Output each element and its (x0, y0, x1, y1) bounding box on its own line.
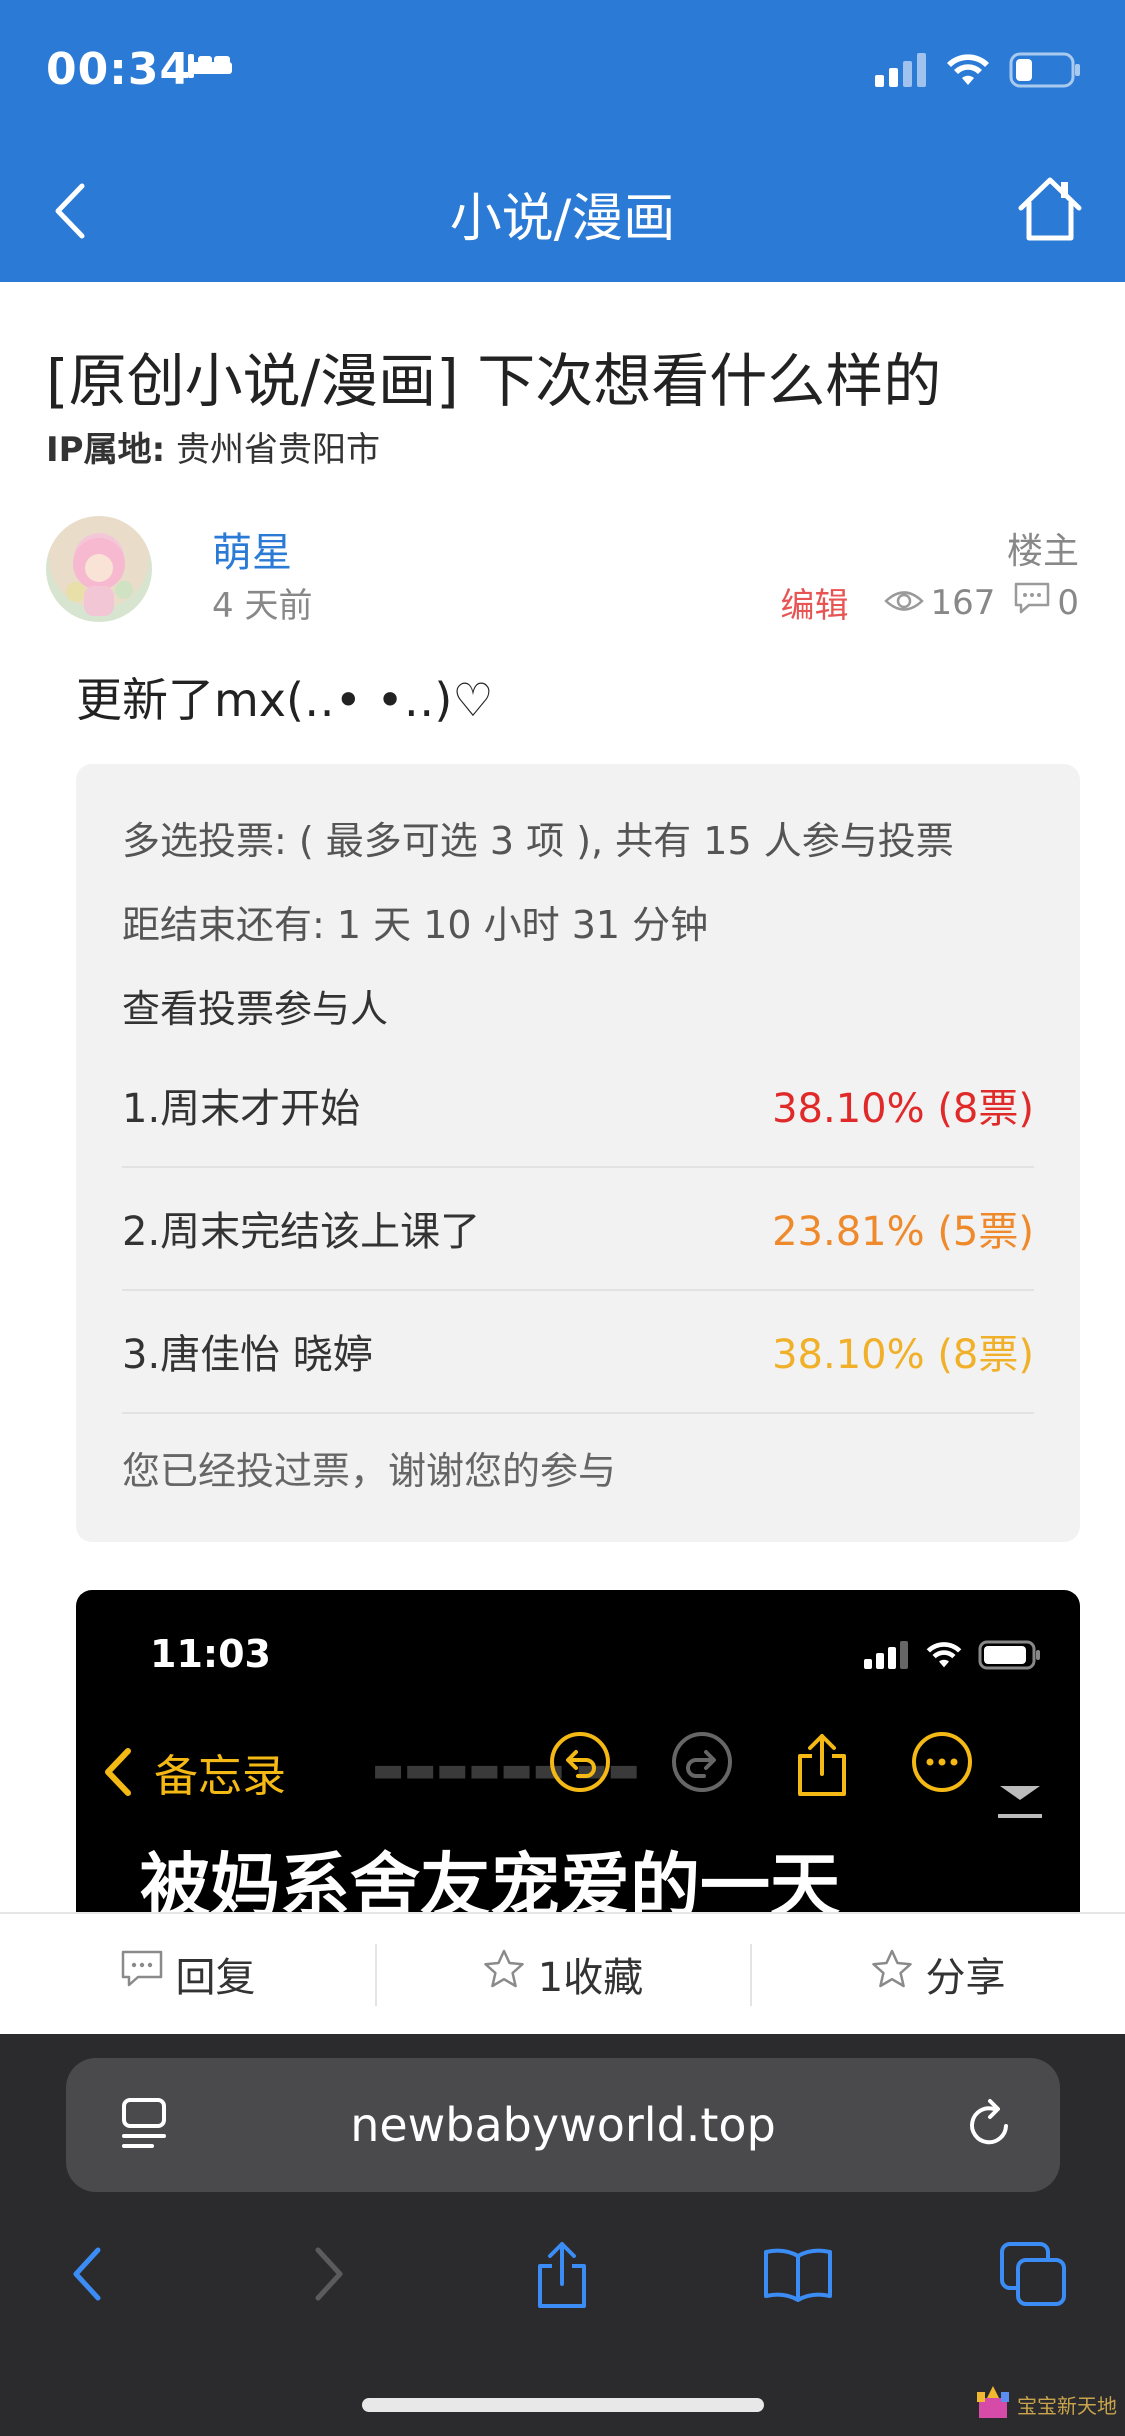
bookmarks-icon[interactable] (758, 2234, 838, 2314)
post-time: 4 天前 (212, 586, 313, 626)
undo-icon (548, 1730, 612, 1802)
poll-option: 1.周末才开始 38.10% (8票) (122, 1044, 1034, 1166)
home-icon[interactable] (1013, 172, 1087, 246)
wifi-icon (924, 1641, 964, 1673)
watermark: 宝宝新天地 (973, 2384, 1117, 2425)
poll-voted-note: 您已经投过票，谢谢您的参与 (122, 1449, 617, 1493)
image-back-nav: 备忘录 (98, 1740, 286, 1804)
view-voters-link[interactable]: 查看投票参与人 (122, 978, 388, 1033)
image-back-label: 备忘录 (154, 1751, 286, 1802)
avatar[interactable] (46, 516, 152, 622)
ip-location: 贵州省贵阳市 (175, 430, 380, 470)
poll-option-result: 23.81% (5票) (772, 1209, 1034, 1255)
tabs-icon[interactable] (994, 2234, 1074, 2314)
redo-icon (670, 1730, 734, 1802)
views-stat: 167 (884, 583, 995, 623)
comment-icon (1013, 581, 1051, 624)
favorite-label: 1收藏 (537, 1955, 644, 2001)
battery-icon (1009, 52, 1081, 92)
author-name[interactable]: 萌星 (212, 520, 292, 578)
status-bar: 00:34 (0, 0, 1125, 140)
star-icon (870, 1948, 914, 2000)
home-indicator (362, 2398, 764, 2412)
castle-icon (973, 2384, 1013, 2425)
edit-button[interactable]: 编辑 (780, 578, 848, 627)
image-status-icons (864, 1640, 1042, 1674)
page-title: 小说/漫画 (449, 189, 676, 249)
star-icon (482, 1948, 526, 2000)
collapse-icon (994, 1780, 1046, 1828)
poll-option-label: 1.周末才开始 (122, 1086, 361, 1132)
poll-option-result: 38.10% (8票) (772, 1086, 1034, 1132)
poll-option: 3.唐佳怡 晓婷 38.10% (8票) (122, 1290, 1034, 1412)
ip-location-line: IP属地: 贵州省贵阳市 (46, 422, 380, 471)
status-time: 00:34 (46, 44, 192, 95)
share-button[interactable]: 分享 (750, 1914, 1125, 2034)
post-body-text: 更新了mx(․․• •․․)♡ (76, 673, 494, 727)
divider (122, 1412, 1034, 1414)
author-role-badge: 楼主 (1006, 531, 1079, 572)
post-title: [原创小说/漫画] 下次想看什么样的 (46, 347, 942, 415)
browser-forward-icon[interactable] (288, 2234, 368, 2314)
browser-toolbar: newbabyworld.top 宝宝新天地 (0, 2034, 1125, 2436)
eye-icon (884, 583, 925, 623)
reply-label: 回复 (175, 1955, 256, 2001)
comment-icon (120, 1949, 164, 1999)
post-stats: 编辑 167 0 (780, 578, 1079, 627)
reload-icon[interactable] (962, 2094, 1018, 2158)
poll-box: 多选投票: ( 最多可选 3 项 ), 共有 15 人参与投票 距结束还有: 1… (76, 764, 1080, 1542)
sleep-mode-icon (186, 50, 234, 84)
post-image[interactable]: 11:03 ▬▬▬▬▬▬ ▬▬ 备忘录 被妈系舍友宠爱的一天 (76, 1590, 1080, 1912)
reply-button[interactable]: 回复 (0, 1914, 375, 2034)
share-label: 分享 (925, 1955, 1006, 2001)
comments-count: 0 (1057, 582, 1079, 623)
ip-label: IP属地: (46, 430, 166, 470)
poll-option: 2.周末完结该上课了 23.81% (5票) (122, 1167, 1034, 1289)
cellular-signal-icon (875, 53, 927, 91)
image-heading: 被妈系舍友宠爱的一天 (140, 1845, 840, 1912)
address-bar[interactable]: newbabyworld.top (66, 2058, 1060, 2192)
safari-bottom-toolbar (0, 2234, 1125, 2344)
browser-share-icon[interactable] (522, 2234, 602, 2314)
watermark-text: 宝宝新天地 (1017, 2394, 1117, 2418)
more-icon (910, 1730, 974, 1802)
image-toolbar (548, 1730, 974, 1802)
poll-summary: 多选投票: ( 最多可选 3 项 ), 共有 15 人参与投票 (122, 819, 954, 863)
views-count: 167 (930, 582, 996, 623)
comments-stat: 0 (1013, 581, 1079, 624)
poll-time-left: 距结束还有: 1 天 10 小时 31 分钟 (122, 903, 709, 947)
app-nav-bar: 小说/漫画 (0, 140, 1125, 282)
share-icon (792, 1730, 852, 1802)
url-text: newbabyworld.top (350, 2098, 776, 2152)
poll-option-label: 3.唐佳怡 晓婷 (122, 1332, 373, 1378)
poll-option-label: 2.周末完结该上课了 (122, 1209, 481, 1255)
browser-back-icon[interactable] (48, 2234, 128, 2314)
wifi-icon (945, 53, 991, 91)
battery-icon (978, 1640, 1042, 1674)
favorite-button[interactable]: 1收藏 (375, 1914, 750, 2034)
poll-option-result: 38.10% (8票) (772, 1332, 1034, 1378)
cellular-signal-icon (864, 1641, 910, 1673)
post-action-bar: 回复 1收藏 分享 (0, 1912, 1125, 2034)
image-status-time: 11:03 (150, 1632, 271, 1676)
